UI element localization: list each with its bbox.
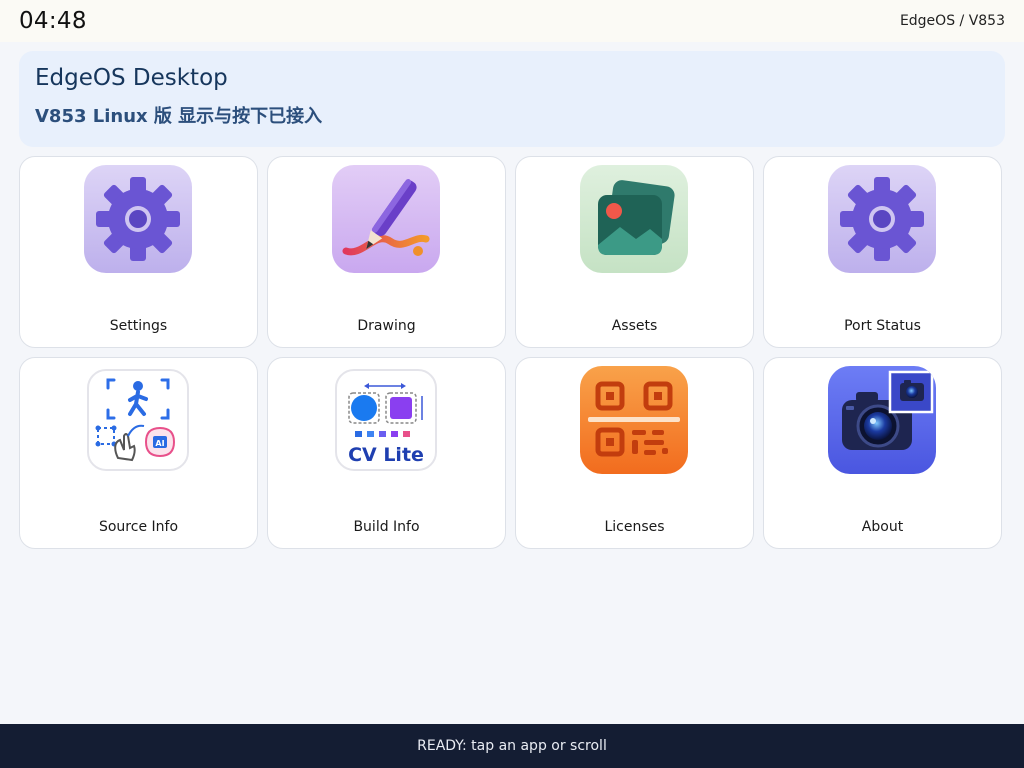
app-tile-source-info[interactable]: AI Source Info <box>19 357 258 549</box>
image-gallery-icon <box>580 165 688 273</box>
camera-icon <box>828 366 936 474</box>
app-label: Licenses <box>604 519 665 535</box>
app-tile-settings[interactable]: Settings <box>19 156 258 348</box>
status-text: READY: tap an app or scroll <box>417 738 607 754</box>
app-label: Assets <box>611 318 658 334</box>
app-tile-build-info[interactable]: CV Lite Build Info <box>267 357 506 549</box>
app-tile-assets[interactable]: Assets <box>515 156 754 348</box>
status-footer: READY: tap an app or scroll <box>0 724 1024 768</box>
gear-icon <box>84 165 192 273</box>
pen-icon <box>332 165 440 273</box>
app-tile-port-status[interactable]: Port Status <box>763 156 1002 348</box>
app-tile-licenses[interactable]: Licenses <box>515 357 754 549</box>
system-name: EdgeOS / V853 <box>899 13 1005 29</box>
app-label: Drawing <box>357 318 416 334</box>
cv-lite-icon: CV Lite <box>332 366 440 474</box>
welcome-banner: EdgeOS Desktop V853 Linux 版 显示与按下已接入 <box>19 51 1005 147</box>
app-label: Build Info <box>353 519 420 535</box>
app-tile-drawing[interactable]: Drawing <box>267 156 506 348</box>
app-label: Source Info <box>98 519 179 535</box>
app-label: Settings <box>109 318 168 334</box>
ai-vision-icon: AI <box>84 366 192 474</box>
app-label: About <box>861 519 904 535</box>
svg-text:AI: AI <box>155 439 164 448</box>
clock: 04:48 <box>19 8 87 34</box>
banner-subtitle: V853 Linux 版 显示与按下已接入 <box>35 106 323 127</box>
gear-icon <box>828 165 936 273</box>
status-bar: 04:48 EdgeOS / V853 <box>0 0 1024 42</box>
banner-title: EdgeOS Desktop <box>35 65 228 91</box>
qr-code-icon <box>580 366 688 474</box>
app-grid: Settings Drawing Assets Port Status AI S… <box>19 156 1003 549</box>
app-label: Port Status <box>844 318 921 334</box>
cv-lite-text: CV Lite <box>348 444 424 466</box>
app-tile-about[interactable]: About <box>763 357 1002 549</box>
